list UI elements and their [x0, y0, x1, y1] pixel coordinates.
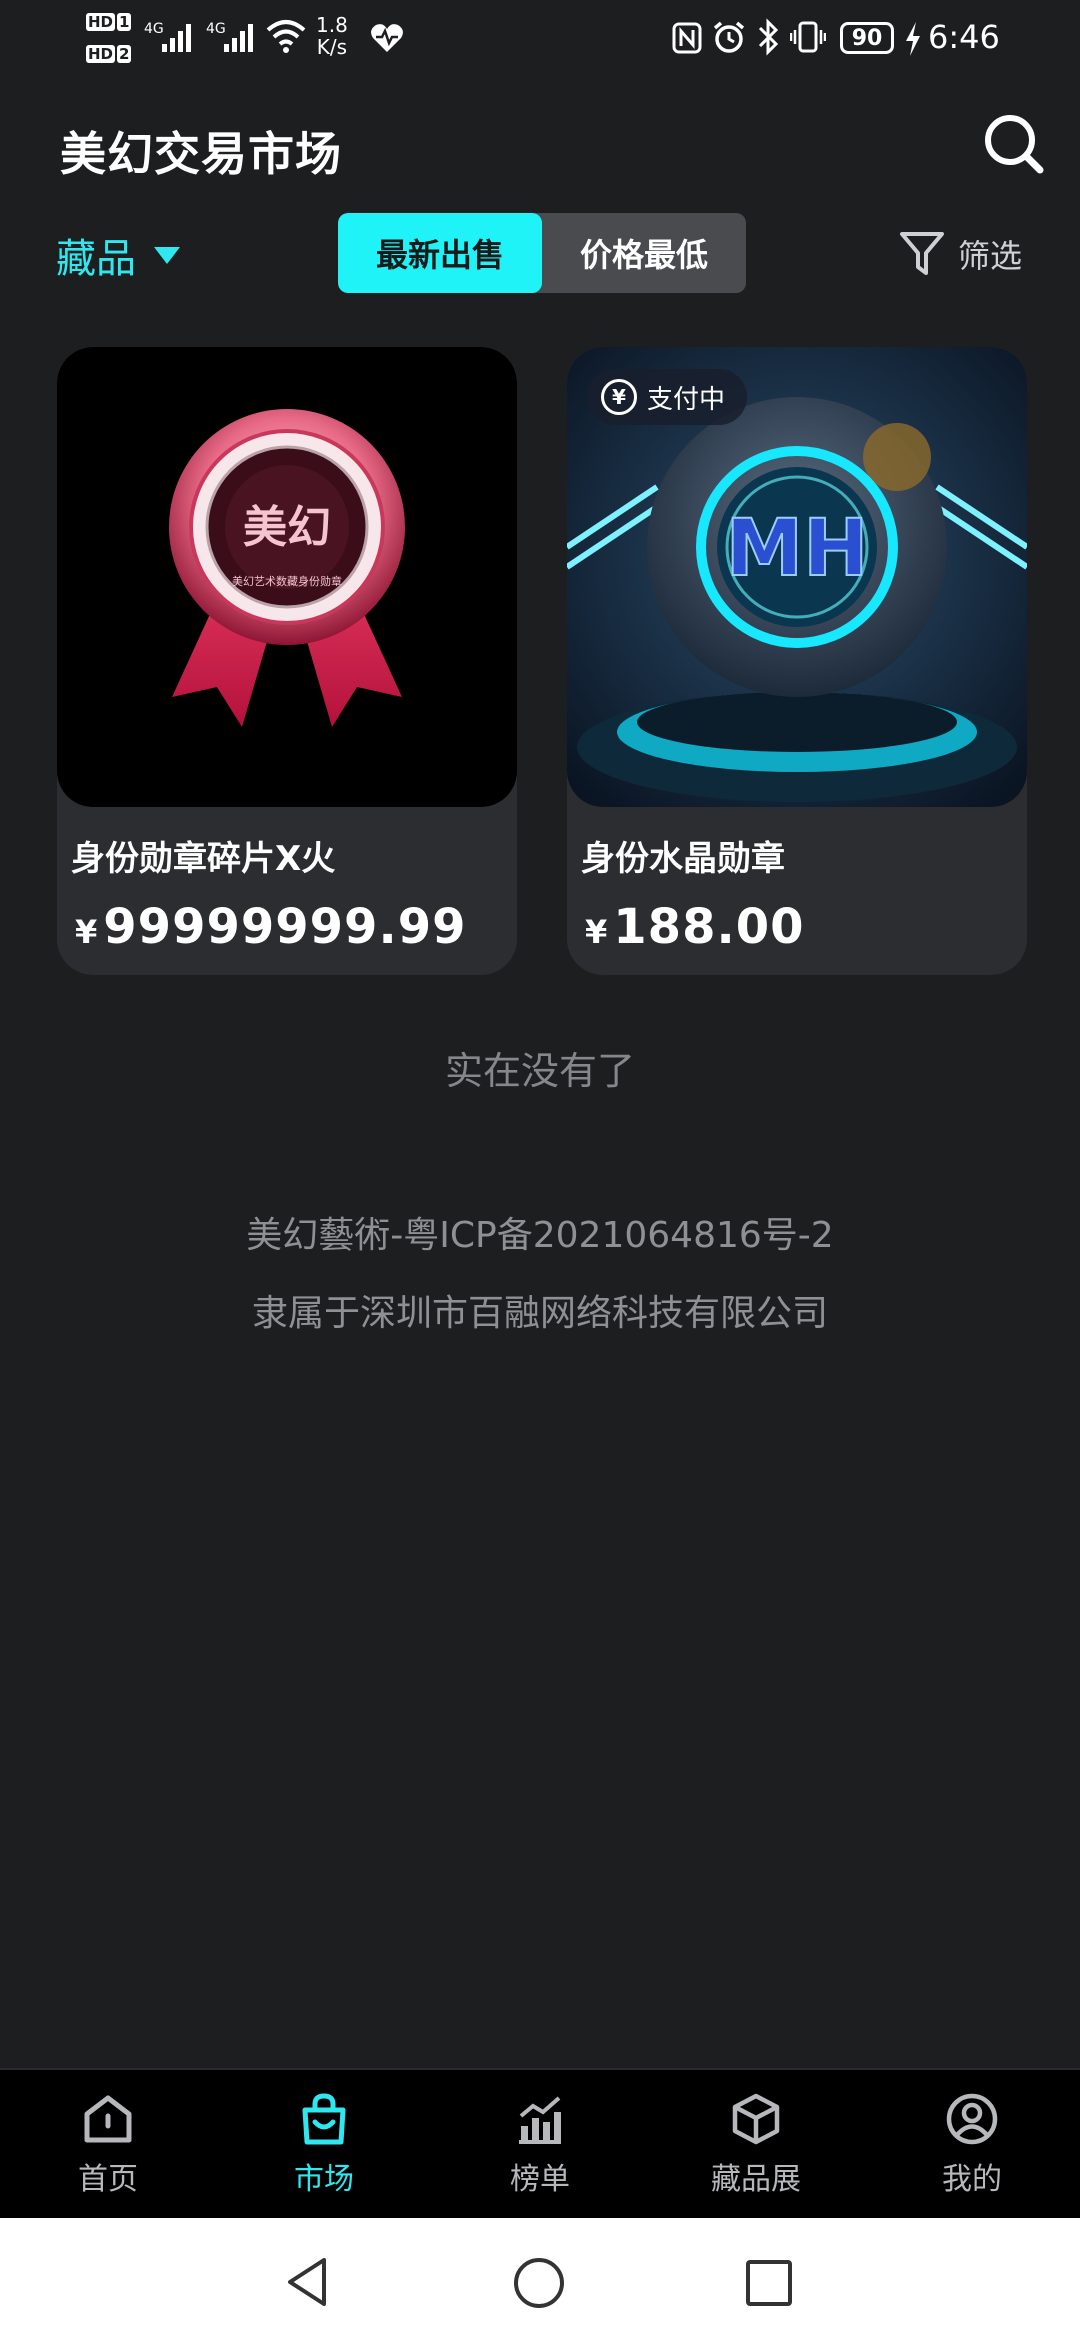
back-icon[interactable] — [284, 2256, 332, 2308]
wifi-icon — [266, 20, 306, 53]
yen-circle-icon: ¥ — [601, 379, 637, 415]
signal-icon — [162, 24, 191, 52]
home-circle-icon[interactable] — [512, 2256, 566, 2310]
search-button[interactable] — [982, 112, 1046, 176]
product-card[interactable]: 美幻 美幻艺术数藏身份勋章 身份勋章碎片X火 ¥ 99999999.99 — [57, 347, 517, 975]
company-text: 隶属于深圳市百融网络科技有限公司 — [251, 1293, 828, 1334]
nfc-icon — [672, 22, 702, 54]
battery-level: 90 — [851, 25, 883, 51]
nav-label: 藏品展 — [711, 2162, 801, 2197]
nav-label: 榜单 — [510, 2162, 570, 2197]
currency-symbol: ¥ — [585, 913, 608, 951]
bluetooth-icon — [758, 18, 779, 56]
nav-label: 市场 — [294, 2162, 354, 2197]
clock: 6:46 — [928, 18, 1000, 56]
nav-label: 我的 — [942, 2162, 1002, 2197]
nav-ranking[interactable]: 榜单 — [432, 2070, 648, 2220]
product-name: 身份勋章碎片X火 — [71, 839, 336, 879]
vibrate-icon — [790, 21, 826, 53]
nav-home[interactable]: 首页 — [0, 2070, 216, 2220]
price-value: 188.00 — [613, 899, 805, 955]
page-title: 美幻交易市场 — [60, 127, 342, 181]
filter-button[interactable]: 筛选 — [898, 226, 1022, 282]
health-heart-icon — [371, 24, 403, 52]
sim2-indicator: HD 2 — [86, 45, 132, 63]
battery-icon: 90 — [840, 22, 894, 54]
funnel-icon — [900, 232, 944, 275]
product-price: ¥ 99999999.99 — [75, 899, 466, 955]
shopping-bag-icon — [302, 2093, 346, 2145]
cube-icon — [732, 2093, 780, 2145]
product-image: MH ¥ 支付中 — [567, 347, 1027, 807]
dropdown-triangle-icon — [154, 246, 180, 264]
user-icon — [946, 2093, 998, 2145]
alarm-icon — [713, 21, 745, 53]
charging-icon — [906, 22, 920, 56]
recents-square-icon[interactable] — [744, 2258, 794, 2308]
network-type-1: 4G — [144, 21, 164, 37]
medal-text: 美幻 — [243, 502, 331, 553]
system-nav-bar — [0, 2218, 1080, 2340]
product-name: 身份水晶勋章 — [581, 839, 785, 879]
emblem-text: MH — [726, 504, 869, 594]
category-label: 藏品 — [56, 236, 136, 282]
product-image: 美幻 美幻艺术数藏身份勋章 — [57, 347, 517, 807]
network-speed: 1.8 K/s — [316, 13, 348, 59]
payment-status-badge: ¥ 支付中 — [587, 369, 748, 425]
bottom-nav: 首页 市场 榜单 藏品展 我的 — [0, 2068, 1080, 2218]
medal-ring-text: 美幻艺术数藏身份勋章 — [232, 574, 342, 588]
medal-image: 美幻 美幻艺术数藏身份勋章 — [169, 409, 405, 727]
nav-label: 首页 — [78, 2162, 138, 2197]
end-of-list-text: 实在没有了 — [444, 1049, 635, 1093]
tab-lowest-price[interactable]: 价格最低 — [542, 213, 746, 293]
nav-collection-exhibit[interactable]: 藏品展 — [648, 2070, 864, 2220]
nav-profile[interactable]: 我的 — [864, 2070, 1080, 2220]
nav-market[interactable]: 市场 — [216, 2070, 432, 2220]
currency-symbol: ¥ — [75, 913, 98, 951]
price-value: 99999999.99 — [103, 899, 467, 955]
filter-label: 筛选 — [958, 237, 1023, 275]
product-price: ¥ 188.00 — [585, 899, 805, 955]
tab-newest-sale[interactable]: 最新出售 — [338, 213, 542, 293]
product-card[interactable]: MH ¥ 支付中 身份水晶勋章 ¥ 188.00 — [567, 347, 1027, 975]
category-dropdown[interactable]: 藏品 — [56, 222, 180, 288]
chart-icon — [519, 2096, 561, 2144]
icp-license-text: 美幻藝術-粤ICP备2021064816号-2 — [246, 1215, 834, 1256]
signal-icon — [224, 24, 253, 52]
sim1-indicator: HD 1 — [86, 13, 132, 31]
sort-toggle: 最新出售 价格最低 — [338, 213, 746, 293]
search-icon — [985, 115, 1044, 174]
status-bar: HD 1 HD 2 4G 4G 1.8 K/s 90 6:46 — [0, 0, 1080, 78]
badge-label: 支付中 — [647, 384, 726, 415]
home-icon — [84, 2095, 132, 2143]
network-type-2: 4G — [206, 21, 226, 37]
